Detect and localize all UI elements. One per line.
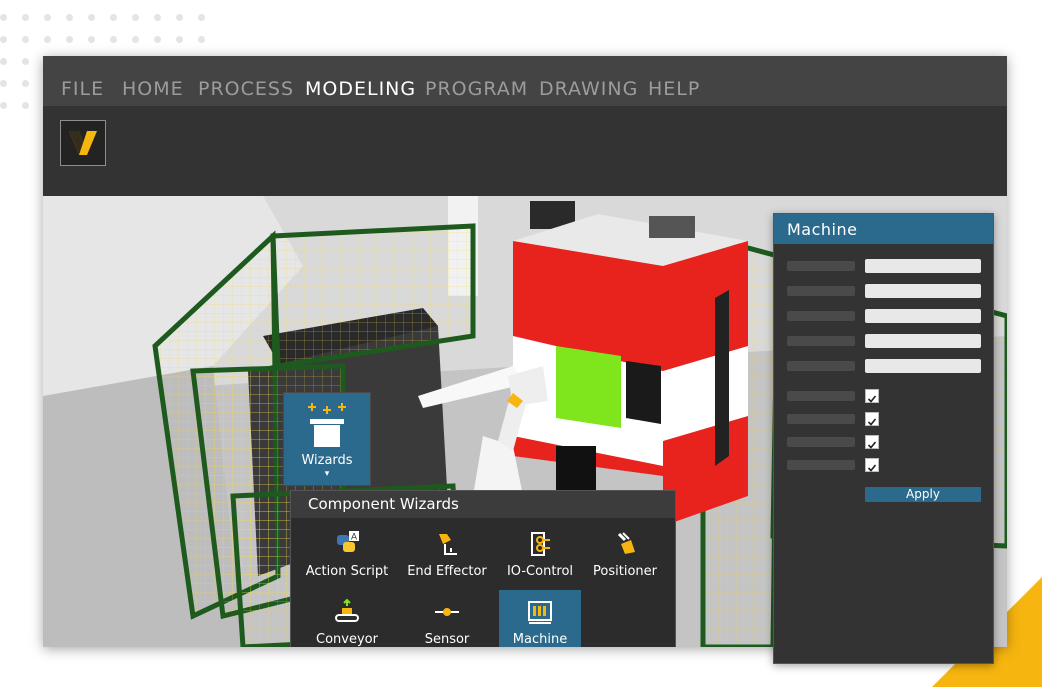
check-icon <box>867 464 877 472</box>
io-control-tool[interactable]: IO-Control <box>499 522 581 584</box>
action-script-label: Action Script <box>305 564 389 579</box>
positioner-icon <box>617 532 635 554</box>
conveyor-tool[interactable]: Conveyor <box>306 590 388 647</box>
conveyor-icon <box>335 598 359 622</box>
machine-panel-header: Machine <box>774 214 993 244</box>
v-logo-icon <box>69 131 97 155</box>
python-script-icon: A <box>337 531 359 552</box>
checkbox-label-4 <box>787 460 855 470</box>
property-label-3 <box>787 311 855 321</box>
component-wizards-title: Component Wizards <box>308 495 459 513</box>
property-label-2 <box>787 286 855 296</box>
positioner-tool[interactable]: Positioner <box>584 522 666 584</box>
menu-home[interactable]: HOME <box>122 78 184 100</box>
component-wizards-header: Component Wizards <box>291 491 675 518</box>
machine-label: Machine <box>512 632 568 647</box>
apply-button[interactable]: Apply <box>865 487 981 502</box>
checkbox-4[interactable] <box>865 458 879 472</box>
check-icon <box>867 395 877 403</box>
ribbon-toolbar <box>43 106 1007 196</box>
component-wizards-panel: Component Wizards A Action Script End Ef… <box>290 490 676 647</box>
machine-properties-panel: Machine Apply <box>773 213 994 664</box>
chevron-down-icon: ▾ <box>324 469 330 479</box>
sensor-icon <box>435 608 459 616</box>
check-icon <box>867 441 877 449</box>
action-script-tool[interactable]: A Action Script <box>306 522 388 584</box>
wizards-button[interactable]: Wizards ▾ <box>283 392 371 486</box>
gripper-icon <box>439 534 457 555</box>
wizard-hat-icon <box>308 403 346 447</box>
property-input-1[interactable] <box>865 259 981 273</box>
checkbox-label-1 <box>787 391 855 401</box>
checkbox-label-3 <box>787 437 855 447</box>
machine-tool[interactable]: Machine <box>499 590 581 647</box>
checkbox-1[interactable] <box>865 389 879 403</box>
menu-process[interactable]: PROCESS <box>198 78 294 100</box>
menu-modeling[interactable]: MODELING <box>305 78 416 100</box>
menu-help[interactable]: HELP <box>648 78 700 100</box>
property-input-3[interactable] <box>865 309 981 323</box>
property-label-5 <box>787 361 855 371</box>
menu-program[interactable]: PROGRAM <box>425 78 528 100</box>
property-label-1 <box>787 261 855 271</box>
io-control-icon <box>531 532 550 556</box>
wizards-button-label: Wizards <box>301 453 353 468</box>
checkbox-3[interactable] <box>865 435 879 449</box>
app-logo[interactable] <box>60 120 106 166</box>
property-input-4[interactable] <box>865 334 981 348</box>
checkbox-label-2 <box>787 414 855 424</box>
menu-bar: FILE HOME PROCESS MODELING PROGRAM DRAWI… <box>43 56 1007 106</box>
property-input-5[interactable] <box>865 359 981 373</box>
menu-file[interactable]: FILE <box>61 78 104 100</box>
checkbox-2[interactable] <box>865 412 879 426</box>
machine-icon <box>528 601 552 624</box>
property-label-4 <box>787 336 855 346</box>
property-input-2[interactable] <box>865 284 981 298</box>
check-icon <box>867 418 877 426</box>
end-effector-tool[interactable]: End Effector <box>406 522 488 584</box>
menu-drawing[interactable]: DRAWING <box>539 78 638 100</box>
machine-panel-title: Machine <box>787 220 858 239</box>
sensor-tool[interactable]: Sensor <box>406 590 488 647</box>
positioner-label: Positioner <box>593 564 657 579</box>
conveyor-label: Conveyor <box>316 632 378 647</box>
svg-text:A: A <box>351 532 357 542</box>
